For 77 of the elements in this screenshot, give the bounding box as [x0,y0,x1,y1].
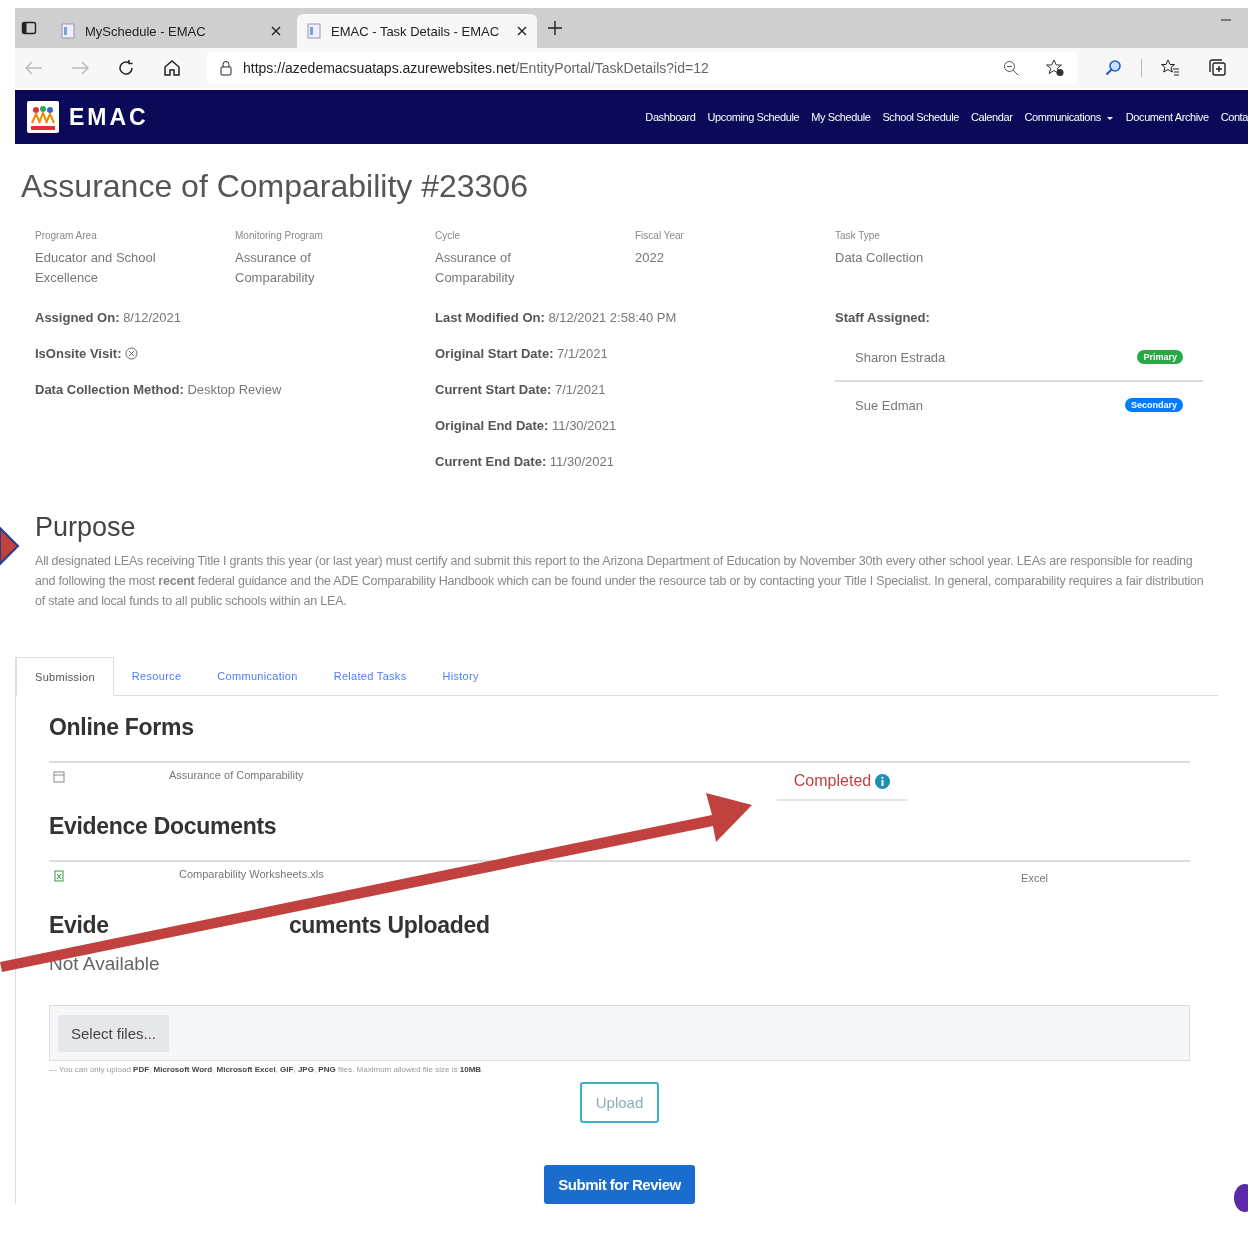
favorite-add-icon[interactable] [1045,59,1065,77]
brand-name[interactable]: EMAC [69,103,149,131]
detail-label: IsOnsite Visit: [35,346,122,361]
tab[interactable]: Communication [199,657,316,695]
staff-label: Staff Assigned: [835,310,930,325]
tab-title: EMAC - Task Details - EMAC [331,23,501,39]
detail-text: Current Start Date: 7/1/2021 [435,382,606,397]
detail-text: Original Start Date: 7/1/2021 [435,346,608,361]
logo-icon [27,101,59,133]
info-icon[interactable] [875,773,891,789]
address-field[interactable]: https://azedemacsuataps.azurewebsites.net/EntityPortal/TaskDetails?id=12 [207,52,1077,84]
staff-name: Sue Edman [855,397,923,413]
new-tab-icon[interactable] [547,20,563,36]
close-icon[interactable] [517,26,527,36]
tab[interactable]: Resource [113,657,200,695]
page-icon [307,23,321,39]
favorites-icon[interactable] [1160,59,1180,77]
tab-actions-icon[interactable] [21,20,37,36]
close-icon[interactable] [271,26,281,36]
upload-note: — You can only upload PDF, Microsoft Word, Microsoft Excel, GIF, JPG, PNG files. Maximum allowed file size is 10MB. [49,1065,485,1074]
field-value: 2022 [635,249,665,267]
staff-name: Sharon Estrada [855,349,946,365]
document-type: Excel [1021,872,1048,884]
section-heading: cuments Uploaded [288,912,490,938]
tab[interactable]: History [424,657,497,695]
field-label: Fiscal Year [635,230,685,243]
detail-text: Original End Date: 11/30/2021 [435,418,617,433]
caret-icon [1105,115,1114,121]
section-heading: Online Forms [49,714,195,741]
page-title: Assurance of Comparability #23306 [20,167,529,206]
role-badge: Secondary [1124,398,1183,412]
lock-icon [219,60,233,76]
tab[interactable]: Submission [16,657,114,696]
section-heading: Evide [49,912,109,938]
field-value: Data Collection [835,249,925,267]
nav-link[interactable]: Dashboard [645,111,696,123]
detail-text: Current End Date: 11/30/2021 [435,454,614,469]
nav-link[interactable]: Document Archive [1125,111,1209,123]
nav-link[interactable]: School Schedule [882,111,959,123]
detail-text: Data Collection Method: Desktop Review [35,382,282,397]
purpose-text: All designated LEAs receiving Title I grants this year (or last year) must certify and submit this report to the Arizona Department of Education by November 30th every other school year. LEAs are responsible for reading and following the most recent federal guidance and the ADE Comparability Handbook which can be found under the resource tab or by contacting your Title I Specialist. In general, comparability requires a fair distribution of state and local funds to all public schools within an LEA. [35,553,1205,610]
search-icon[interactable] [1105,59,1123,77]
tab-title: MySchedule - EMAC [85,23,207,39]
select-files-button[interactable]: Select files... [58,1014,170,1052]
zoom-out-icon[interactable] [1003,60,1019,76]
detail-text: Last Modified On: 8/12/2021 2:58:40 PM [435,310,677,325]
page-icon [61,23,75,39]
document-name[interactable]: Comparability Worksheets.xls [179,868,324,880]
browser-tab[interactable]: EMAC - Task Details - EMAC [297,14,537,48]
upload-dropzone[interactable]: Select files... [49,1005,1190,1061]
field-value: Assurance of Comparability [235,249,316,287]
form-name[interactable]: Assurance of Comparability [169,769,304,781]
form-icon [53,771,65,783]
home-icon[interactable] [163,59,181,77]
detail-text: Assigned On: 8/12/2021 [35,310,181,325]
annotation-arrow [0,525,20,567]
field-value: Educator and School Excellence [35,249,157,287]
section-heading: Evidence Documents [49,813,278,840]
spreadsheet-icon [53,870,65,882]
collections-icon[interactable] [1208,59,1228,77]
tab[interactable]: Related Tasks [315,657,425,695]
field-label: Monitoring Program [235,230,324,243]
nav-link[interactable]: Communications [1024,111,1114,123]
section-heading: Purpose [35,512,137,543]
nav-link[interactable]: Upcoming Schedule [707,111,800,123]
role-badge: Primary [1137,350,1183,364]
field-label: Program Area [35,230,98,243]
field-label: Cycle [435,230,461,243]
browser-tab[interactable]: MySchedule - EMAC [51,14,291,48]
minimize-icon[interactable] [1220,18,1232,22]
nav-link[interactable]: Calendar [971,111,1013,123]
refresh-icon[interactable] [117,59,135,77]
field-value: Assurance of Comparability [435,249,516,287]
submit-button[interactable]: Submit for Review [544,1165,695,1204]
nav-link[interactable]: Conta [1220,111,1248,123]
nav-link[interactable]: My Schedule [811,111,871,123]
field-label: Task Type [835,230,881,243]
